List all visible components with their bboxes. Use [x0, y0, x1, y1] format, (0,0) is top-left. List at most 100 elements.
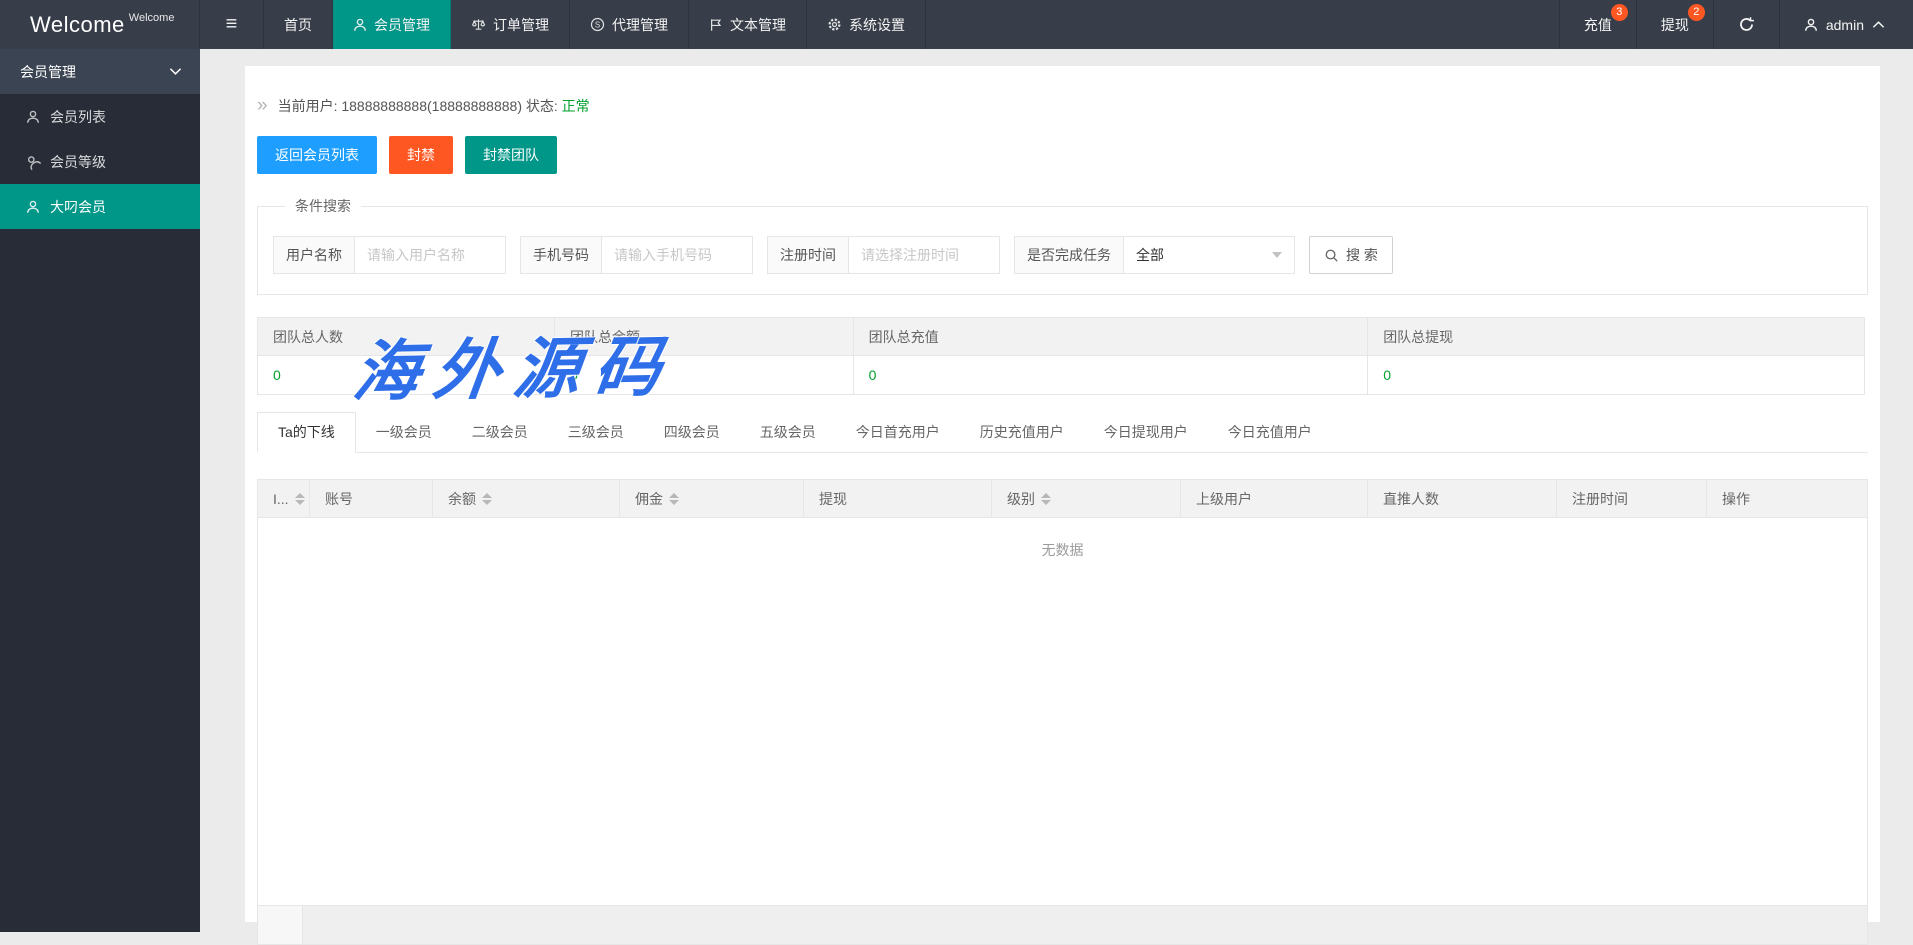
level-icon [23, 152, 42, 171]
stat-label: 团队总充值 [853, 318, 1368, 356]
gear-icon [827, 17, 842, 32]
recharge-label: 充值 [1583, 16, 1612, 33]
status-badge: 正常 [561, 98, 590, 114]
recharge-badge: 3 [1610, 4, 1628, 21]
stat-value: 0 [1368, 356, 1864, 394]
task-filter-select[interactable]: 全部 [1124, 237, 1294, 273]
breadcrumb-arrows-icon: » [257, 95, 268, 116]
task-filter-group: 是否完成任务 全部 [1014, 236, 1295, 274]
members-table: I... 账号 余额 佣金 提现 级别 上级用户 直推人数 注册时间 操作 无数… [257, 479, 1868, 945]
topbar: Welcome Welcome ≡ 首页 会员管理 订单管理 S 代理管理 文本… [0, 0, 1913, 49]
table-body-empty: 无数据 [257, 518, 1868, 906]
app-logo[interactable]: Welcome Welcome [0, 0, 200, 49]
tab-today-first-recharge[interactable]: 今日首充用户 [836, 413, 960, 452]
tab-level-1[interactable]: 一级会员 [356, 413, 452, 452]
action-buttons: 返回会员列表 封禁 封禁团队 [245, 116, 1880, 174]
column-header-account: 账号 [310, 480, 433, 517]
phone-field-group: 手机号码 [520, 236, 753, 274]
content-card: » 当前用户: 18888888888(18888888888) 状态: 正常 … [245, 66, 1880, 945]
sort-icon[interactable] [482, 492, 492, 505]
main-content: » 当前用户: 18888888888(18888888888) 状态: 正常 … [200, 49, 1913, 945]
nav-texts[interactable]: 文本管理 [689, 0, 807, 49]
column-header-level[interactable]: 级别 [992, 480, 1181, 517]
phone-field-label: 手机号码 [521, 237, 602, 273]
sidebar: 会员管理 会员列表 会员等级 大叼会员 [0, 49, 200, 932]
nav-home[interactable]: 首页 [264, 0, 333, 49]
stat-team-total-withdraw: 团队总提现 0 [1367, 317, 1865, 395]
nav-settings[interactable]: 系统设置 [807, 0, 926, 49]
sort-icon[interactable] [294, 492, 305, 505]
back-to-member-list-button[interactable]: 返回会员列表 [257, 136, 377, 174]
table-footer-fixed-cell [258, 906, 303, 944]
table-header-row: I... 账号 余额 佣金 提现 级别 上级用户 直推人数 注册时间 操作 [257, 479, 1868, 518]
nav-members-label: 会员管理 [374, 16, 430, 33]
logo-text: Welcome [30, 11, 125, 37]
tab-ta-downline[interactable]: Ta的下线 [257, 412, 356, 453]
svg-text:S: S [595, 20, 600, 29]
ban-team-button[interactable]: 封禁团队 [465, 136, 557, 174]
withdraw-label: 提现 [1660, 16, 1689, 33]
column-header-withdraw: 提现 [804, 480, 992, 517]
stat-value: 0 [258, 356, 555, 394]
breadcrumb: » 当前用户: 18888888888(18888888888) 状态: 正常 [245, 66, 1880, 116]
stat-team-total-balance: 团队总余额 0 [554, 317, 854, 395]
sidebar-group-members[interactable]: 会员管理 [0, 49, 200, 94]
nav-texts-label: 文本管理 [730, 16, 786, 33]
menu-toggle-icon[interactable]: ≡ [200, 0, 264, 49]
chevron-up-icon [1872, 20, 1885, 29]
tab-level-3[interactable]: 三级会员 [548, 413, 644, 452]
logo-superscript: Welcome [128, 11, 175, 24]
stat-label: 团队总余额 [555, 318, 853, 356]
current-user-label: 当前用户: [277, 98, 338, 114]
tab-history-recharge[interactable]: 历史充值用户 [960, 413, 1084, 452]
tab-today-recharge[interactable]: 今日充值用户 [1208, 413, 1332, 452]
sidebar-item-big-member[interactable]: 大叼会员 [0, 184, 200, 229]
user-icon [26, 110, 40, 124]
search-icon [1324, 248, 1339, 263]
flag-icon [709, 18, 723, 32]
sidebar-item-label: 会员列表 [50, 108, 106, 125]
tab-today-withdraw[interactable]: 今日提现用户 [1084, 413, 1208, 452]
refresh-button[interactable] [1712, 0, 1779, 49]
tab-level-2[interactable]: 二级会员 [452, 413, 548, 452]
stat-team-total-recharge: 团队总充值 0 [852, 317, 1369, 395]
sort-icon[interactable] [1041, 492, 1051, 505]
column-header-operations: 操作 [1722, 490, 1750, 507]
top-navigation: 首页 会员管理 订单管理 S 代理管理 文本管理 系统设置 [264, 0, 926, 49]
sort-icon[interactable] [669, 492, 679, 505]
column-header-commission[interactable]: 佣金 [620, 480, 804, 517]
sidebar-item-label: 大叼会员 [50, 198, 106, 215]
nav-agents[interactable]: S 代理管理 [570, 0, 689, 49]
user-avatar-icon [1804, 18, 1818, 32]
team-stats: 团队总人数 0 团队总余额 0 团队总充值 0 团队总提现 0 [257, 317, 1868, 395]
sidebar-item-member-list[interactable]: 会员列表 [0, 94, 200, 139]
sidebar-item-member-level[interactable]: 会员等级 [0, 139, 200, 184]
nav-orders[interactable]: 订单管理 [451, 0, 570, 49]
current-user-value: 18888888888(18888888888) [341, 98, 522, 114]
nav-agents-label: 代理管理 [612, 16, 668, 33]
register-time-input[interactable] [849, 237, 999, 273]
topbar-right-actions: 充值 3 提现 2 admin [1558, 0, 1913, 49]
no-data-text: 无数据 [1041, 542, 1084, 558]
search-panel: 条件搜索 用户名称 手机号码 注册时间 是否完成任务 全部 [257, 196, 1868, 295]
withdraw-button[interactable]: 提现 2 [1635, 0, 1713, 49]
user-menu[interactable]: admin [1778, 0, 1913, 49]
tab-level-4[interactable]: 四级会员 [644, 413, 740, 452]
nav-home-label: 首页 [284, 16, 312, 33]
phone-input[interactable] [602, 237, 752, 273]
recharge-button[interactable]: 充值 3 [1558, 0, 1636, 49]
tab-level-5[interactable]: 五级会员 [740, 413, 836, 452]
username-input[interactable] [355, 237, 505, 273]
column-header-register-time: 注册时间 [1557, 480, 1707, 517]
stat-label: 团队总人数 [258, 318, 555, 356]
column-header-balance[interactable]: 余额 [433, 480, 620, 517]
username-field-label: 用户名称 [274, 237, 355, 273]
nav-members[interactable]: 会员管理 [333, 0, 451, 49]
scales-icon [471, 17, 486, 32]
column-header-parent-user: 上级用户 [1181, 480, 1368, 517]
stat-value: 0 [555, 356, 853, 394]
column-header-id[interactable]: I... [258, 480, 310, 517]
search-button[interactable]: 搜 索 [1309, 236, 1393, 274]
register-time-field-group: 注册时间 [767, 236, 1000, 274]
ban-button[interactable]: 封禁 [389, 136, 453, 174]
